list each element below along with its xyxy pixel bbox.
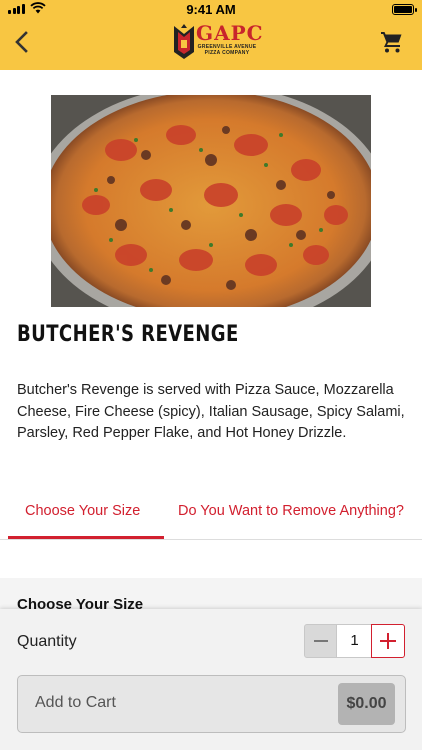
product-description: Butcher's Revenge is served with Pizza S… xyxy=(17,382,405,441)
quantity-label: Quantity xyxy=(17,633,77,650)
add-to-cart-button[interactable]: Add to Cart $0.00 xyxy=(17,675,406,733)
increase-quantity-button[interactable] xyxy=(371,624,405,658)
logo-crest-icon xyxy=(174,24,194,59)
cart-icon xyxy=(381,32,402,53)
decrease-quantity-button[interactable] xyxy=(304,624,337,658)
plus-icon xyxy=(380,633,396,649)
logo-subtitle: GREENVILLE AVENUE PIZZA COMPANY xyxy=(197,44,257,56)
status-bar: 9:41 AM xyxy=(0,0,422,20)
quantity-stepper: 1 xyxy=(304,624,405,658)
chevron-left-icon xyxy=(15,31,28,53)
product-title: BUTCHER'S REVENGE xyxy=(17,322,239,347)
add-to-cart-label: Add to Cart xyxy=(35,694,116,711)
gapc-logo: GAPC GREENVILLE AVENUE PIZZA COMPANY xyxy=(172,22,263,60)
price-badge: $0.00 xyxy=(338,683,395,725)
add-to-cart-panel: Quantity 1 Add to Cart $0.00 xyxy=(0,609,422,750)
battery-icon xyxy=(392,4,417,15)
option-tabs: Choose Your Size Do You Want to Remove A… xyxy=(0,498,422,540)
logo-text: GAPC xyxy=(196,21,264,45)
tab-remove-items[interactable]: Do You Want to Remove Anything? xyxy=(178,503,404,519)
quantity-value: 1 xyxy=(337,624,372,658)
cart-button[interactable] xyxy=(380,30,404,54)
active-tab-indicator xyxy=(8,536,164,539)
back-button[interactable] xyxy=(10,28,34,56)
minus-icon xyxy=(313,640,328,642)
status-time: 9:41 AM xyxy=(186,2,236,17)
top-bar: 9:41 AM GAPC GREENVILLE AVENUE PIZZA COM… xyxy=(0,0,422,70)
tab-choose-size[interactable]: Choose Your Size xyxy=(25,503,140,519)
product-image xyxy=(51,95,371,307)
